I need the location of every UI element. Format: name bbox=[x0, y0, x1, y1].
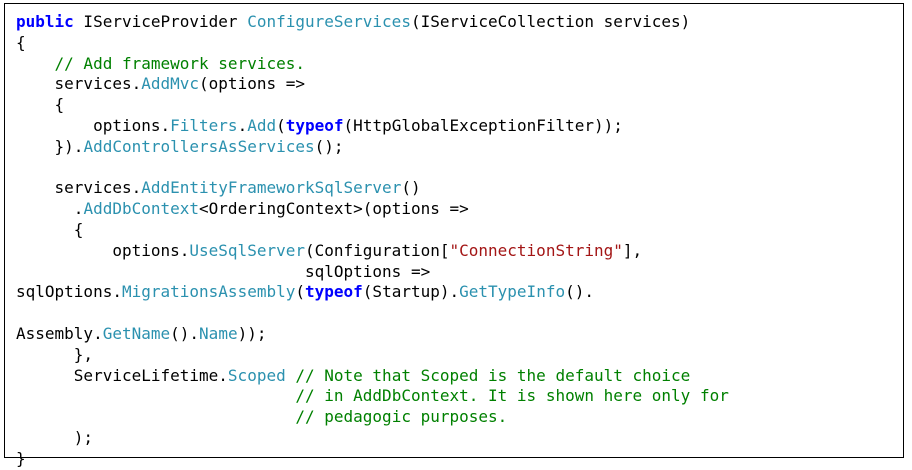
code-text: sqlOptions. bbox=[16, 282, 122, 302]
code-member: AddControllersAsServices bbox=[83, 136, 315, 156]
code-text: (). bbox=[565, 282, 594, 302]
code-comment: // pedagogic purposes. bbox=[295, 407, 508, 427]
code-member: MigrationsAssembly bbox=[121, 282, 296, 302]
code-text: (options => bbox=[199, 74, 305, 94]
code-member: ConfigureServices bbox=[247, 12, 411, 31]
code-text: ], bbox=[622, 240, 643, 260]
code-text: )); bbox=[237, 323, 267, 343]
code-text: (). bbox=[170, 323, 200, 343]
code-line: { bbox=[16, 33, 729, 54]
code-member: UseSqlServer bbox=[189, 240, 305, 260]
code-line: ServiceLifetime.Scoped // Note that Scop… bbox=[16, 366, 729, 387]
code-keyword: typeof bbox=[305, 282, 363, 302]
code-block: public IServiceProvider ConfigureService… bbox=[16, 12, 729, 470]
code-comment: // Add framework services. bbox=[54, 53, 305, 73]
code-keyword: public bbox=[16, 12, 74, 31]
code-text: }, bbox=[16, 344, 94, 364]
code-text: Assembly. bbox=[16, 323, 103, 343]
code-line: Assembly.GetName().Name)); bbox=[16, 324, 729, 345]
code-text: } bbox=[16, 448, 26, 468]
code-line: // pedagogic purposes. bbox=[16, 407, 729, 428]
code-line: // in AddDbContext. It is shown here onl… bbox=[16, 386, 729, 407]
code-line: ); bbox=[16, 428, 729, 449]
code-line: services.AddMvc(options => bbox=[16, 74, 729, 95]
code-line: sqlOptions => bbox=[16, 262, 729, 283]
code-member: Name bbox=[199, 323, 238, 343]
code-text: IServiceProvider bbox=[73, 12, 248, 31]
code-line: options.UseSqlServer(Configuration["Conn… bbox=[16, 241, 729, 262]
code-member: GetName bbox=[102, 323, 171, 343]
code-text: services. bbox=[16, 74, 142, 94]
code-text: ); bbox=[16, 427, 94, 447]
code-comment: // in AddDbContext. It is shown here onl… bbox=[295, 386, 729, 406]
code-member: Scoped bbox=[227, 365, 286, 385]
code-text: services. bbox=[16, 178, 142, 198]
code-line: .AddDbContext<OrderingContext>(options =… bbox=[16, 199, 729, 220]
code-line: public IServiceProvider ConfigureService… bbox=[16, 12, 729, 33]
code-comment: // Note that Scoped is the default choic… bbox=[295, 365, 691, 385]
code-text: { bbox=[16, 219, 84, 239]
code-line: } bbox=[16, 449, 729, 470]
code-member: Filters bbox=[170, 115, 238, 135]
code-keyword: typeof bbox=[285, 115, 344, 135]
code-text: ServiceLifetime. bbox=[16, 365, 228, 385]
code-text: sqlOptions => bbox=[16, 261, 431, 281]
code-text: (Startup). bbox=[362, 282, 460, 302]
code-string: "ConnectionString" bbox=[449, 240, 623, 260]
code-member: AddMvc bbox=[141, 74, 200, 94]
code-text: (); bbox=[314, 136, 344, 156]
code-line: sqlOptions.MigrationsAssembly(typeof(Sta… bbox=[16, 282, 729, 303]
code-text: <OrderingContext>(options => bbox=[199, 199, 469, 219]
code-text: () bbox=[401, 178, 421, 198]
code-text: (Configuration[ bbox=[304, 240, 450, 260]
code-text: { bbox=[16, 95, 65, 115]
code-member: Add bbox=[247, 115, 277, 135]
code-text: ( bbox=[295, 282, 305, 302]
code-line: }, bbox=[16, 345, 729, 366]
code-text: options. bbox=[16, 115, 171, 135]
code-text: . bbox=[237, 115, 248, 135]
code-text: }). bbox=[16, 136, 84, 156]
code-line: // Add framework services. bbox=[16, 54, 729, 75]
code-listing-frame: public IServiceProvider ConfigureService… bbox=[4, 3, 904, 468]
code-text: (HttpGlobalExceptionFilter)); bbox=[343, 115, 623, 135]
code-text: ( bbox=[276, 115, 286, 135]
code-member: GetTypeInfo bbox=[459, 282, 566, 302]
code-line: options.Filters.Add(typeof(HttpGlobalExc… bbox=[16, 116, 729, 137]
code-line: }).AddControllersAsServices(); bbox=[16, 137, 729, 158]
code-line: services.AddEntityFrameworkSqlServer() bbox=[16, 178, 729, 199]
code-member: AddDbContext bbox=[83, 199, 200, 219]
code-text: . bbox=[16, 199, 84, 219]
code-member: AddEntityFrameworkSqlServer bbox=[141, 178, 402, 198]
code-text: (IServiceCollection services) bbox=[410, 12, 691, 31]
code-text: options. bbox=[16, 240, 190, 260]
code-line: { bbox=[16, 95, 729, 116]
code-text: { bbox=[16, 32, 26, 52]
code-line: { bbox=[16, 220, 729, 241]
